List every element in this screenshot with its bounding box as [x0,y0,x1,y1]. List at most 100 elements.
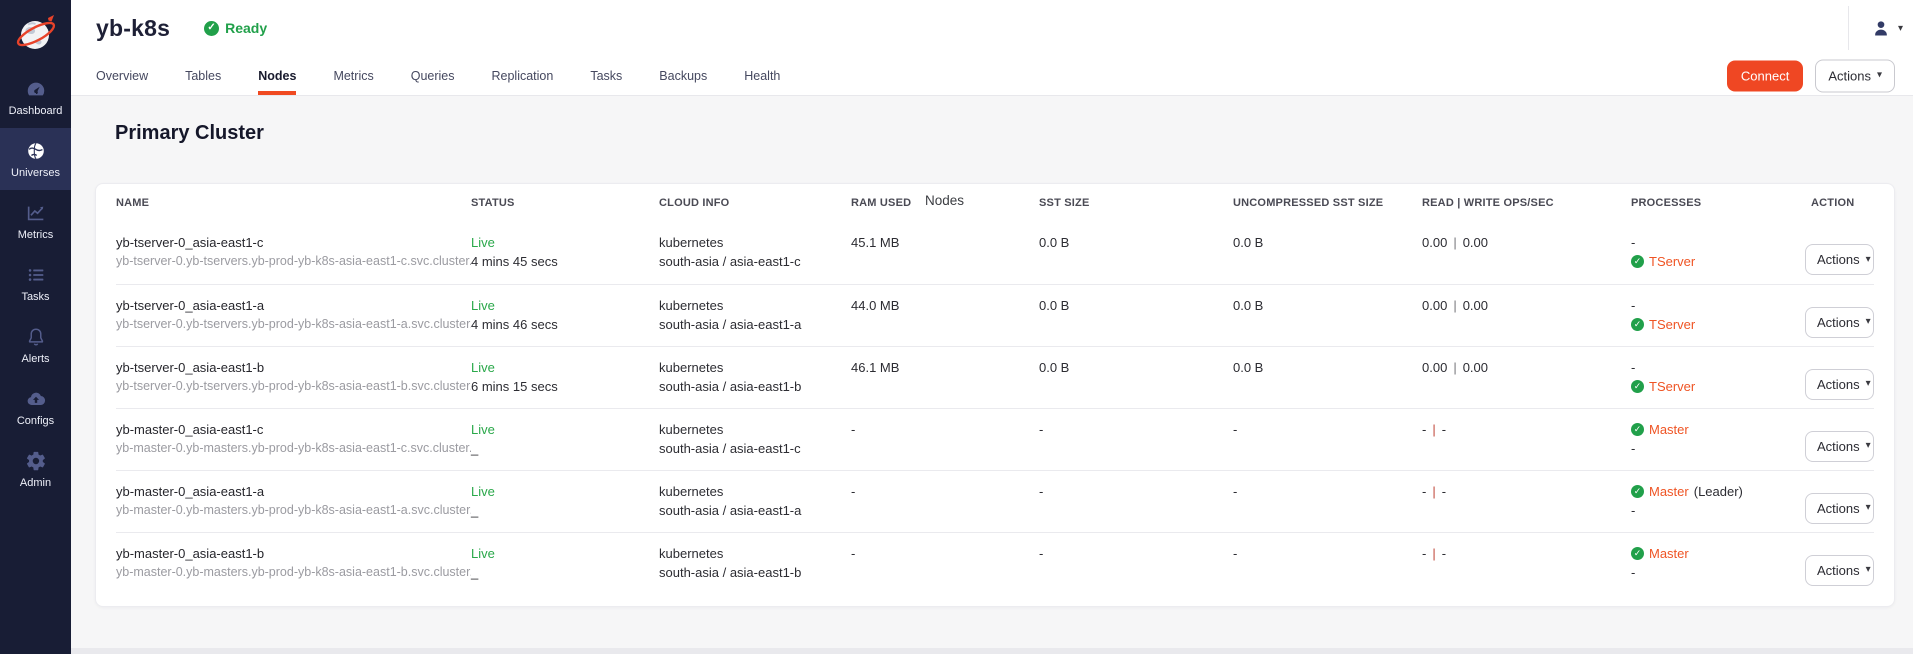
caret-down-icon: ▾ [1898,23,1903,34]
yugabyte-logo[interactable] [0,0,71,66]
read-ops-value: - [1422,484,1426,499]
tabs-row: Overview Tables Nodes Metrics Queries Re… [71,56,1913,96]
process-link[interactable]: TServer [1649,254,1695,269]
process-link[interactable]: TServer [1649,379,1695,394]
nodes-table-card: NAME STATUS CLOUD INFO RAM USED SST SIZE… [95,183,1895,607]
node-address: yb-master-0.yb-masters.yb-prod-yb-k8s-as… [116,441,471,455]
sst-size: - [1039,484,1233,499]
connect-button[interactable]: Connect [1727,60,1803,91]
bell-icon [25,326,47,348]
node-address: yb-tserver-0.yb-tservers.yb-prod-yb-k8s-… [116,379,471,393]
node-status: Live [471,422,659,437]
process-link[interactable]: Master [1649,546,1689,561]
caret-down-icon: ▾ [1866,379,1871,389]
table-row: yb-tserver-0_asia-east1-b yb-tserver-0.y… [116,346,1874,408]
uncompressed-sst-size: - [1233,422,1422,437]
list-icon [25,264,47,286]
ram-used: 45.1 MB [851,235,1039,250]
primary-cluster-heading: Primary Cluster [115,122,1913,145]
pipe-divider: | [1453,298,1456,313]
tab-tables[interactable]: Tables [185,56,221,95]
process-dash: - [1631,503,1801,518]
process-dash: - [1631,235,1801,250]
node-uptime: 4 mins 45 secs [471,254,659,269]
sidebar-item-dashboard[interactable]: Dashboard [0,66,71,128]
process-dash: - [1631,360,1801,375]
cloud-provider: kubernetes [659,235,851,250]
processes-cell: ✓Master- [1631,422,1801,456]
table-row: yb-tserver-0_asia-east1-a yb-tserver-0.y… [116,284,1874,346]
sidebar-item-admin[interactable]: Admin [0,438,71,500]
tab-metrics[interactable]: Metrics [333,56,373,95]
user-icon [1871,18,1891,38]
row-actions-button[interactable]: Actions ▾ [1805,555,1874,586]
status-badge: ✓ Ready [204,20,267,36]
node-status: Live [471,546,659,561]
pipe-divider: | [1432,484,1435,499]
tab-replication[interactable]: Replication [492,56,554,95]
read-ops-value: 0.00 [1422,235,1447,250]
tab-nodes[interactable]: Nodes [258,56,296,95]
table-header-row: NAME STATUS CLOUD INFO RAM USED SST SIZE… [116,184,1874,222]
write-ops-value: 0.00 [1463,360,1488,375]
sidebar-nav: Dashboard Universes Metrics Tasks Alerts… [0,66,71,500]
tab-queries[interactable]: Queries [411,56,455,95]
node-uptime: 4 mins 46 secs [471,317,659,332]
row-actions-button[interactable]: Actions ▾ [1805,307,1874,338]
check-icon: ✓ [204,21,219,36]
read-write-ops: 0.00 | 0.00 [1422,360,1631,375]
universe-actions-button[interactable]: Actions ▾ [1815,59,1895,92]
column-header: SST SIZE [1039,197,1233,209]
row-actions-label: Actions [1817,501,1860,516]
read-write-ops: 0.00 | 0.00 [1422,298,1631,313]
app-root: Dashboard Universes Metrics Tasks Alerts… [0,0,1913,654]
sidebar-item-tasks[interactable]: Tasks [0,252,71,314]
tab-tasks[interactable]: Tasks [590,56,622,95]
uncompressed-sst-size: - [1233,546,1422,561]
tab-overview[interactable]: Overview [96,56,148,95]
main-panel: Primary Cluster NAME STATUS CLOUD INFO R… [71,96,1913,654]
cloud-provider: kubernetes [659,360,851,375]
caret-down-icon: ▾ [1866,255,1871,265]
ram-used: 44.0 MB [851,298,1039,313]
process-link[interactable]: Master [1649,484,1689,499]
sidebar-item-alerts[interactable]: Alerts [0,314,71,376]
header-buttons: Connect Actions ▾ [1727,59,1895,92]
row-actions-button[interactable]: Actions ▾ [1805,493,1874,524]
sidebar-item-universes[interactable]: Universes [0,128,71,190]
user-menu[interactable]: ▾ [1848,6,1903,50]
read-ops-value: 0.00 [1422,360,1447,375]
write-ops-value: 0.00 [1463,235,1488,250]
row-actions-label: Actions [1817,252,1860,267]
row-actions-button[interactable]: Actions ▾ [1805,369,1874,400]
row-actions-button[interactable]: Actions ▾ [1805,244,1874,275]
read-write-ops: - | - [1422,422,1631,437]
cloud-provider: kubernetes [659,298,851,313]
cloud-provider: kubernetes [659,422,851,437]
tab-health[interactable]: Health [744,56,780,95]
row-actions-button[interactable]: Actions ▾ [1805,431,1874,462]
table-row: yb-tserver-0_asia-east1-c yb-tserver-0.y… [116,222,1874,284]
node-address: yb-tserver-0.yb-tservers.yb-prod-yb-k8s-… [116,317,471,331]
sidebar-item-label: Configs [17,415,54,427]
row-actions-label: Actions [1817,315,1860,330]
sidebar-item-configs[interactable]: Configs [0,376,71,438]
processes-cell: -✓TServer [1631,235,1801,269]
node-uptime: _ [471,503,659,518]
cloud-region: south-asia / asia-east1-a [659,503,851,518]
process-link[interactable]: Master [1649,422,1689,437]
node-name: yb-master-0_asia-east1-a [116,484,471,499]
tab-backups[interactable]: Backups [659,56,707,95]
process-link[interactable]: TServer [1649,317,1695,332]
node-name: yb-tserver-0_asia-east1-c [116,235,471,250]
node-status: Live [471,298,659,313]
sidebar-item-metrics[interactable]: Metrics [0,190,71,252]
read-ops-value: - [1422,546,1426,561]
row-actions-label: Actions [1817,563,1860,578]
content-area: yb-k8s ✓ Ready ▾ Overview Tables Nodes M… [71,0,1913,654]
caret-down-icon: ▾ [1866,317,1871,327]
ram-used: - [851,484,1039,499]
ram-used: - [851,422,1039,437]
write-ops-value: - [1442,484,1446,499]
uncompressed-sst-size: 0.0 B [1233,298,1422,313]
